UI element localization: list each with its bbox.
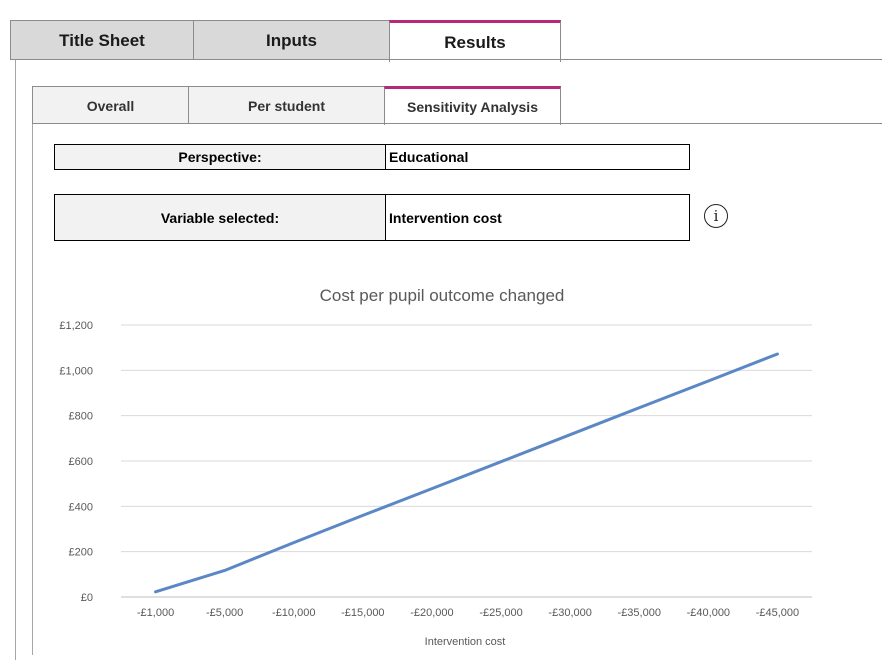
x-tick-label: -£25,000 xyxy=(479,607,522,619)
x-tick-label: -£40,000 xyxy=(687,607,730,619)
y-tick-label: £800 xyxy=(69,411,93,423)
y-tick-label: £400 xyxy=(69,501,93,513)
perspective-value[interactable]: Educational xyxy=(385,144,690,170)
x-tick-label: -£45,000 xyxy=(756,607,799,619)
perspective-label: Perspective: xyxy=(54,144,386,170)
chart-title: Cost per pupil outcome changed xyxy=(320,286,565,305)
y-tick-label: £1,200 xyxy=(59,320,93,332)
subtab-bar-divider xyxy=(32,123,882,124)
x-tick-label: -£15,000 xyxy=(341,607,384,619)
x-tick-label: -£20,000 xyxy=(410,607,453,619)
variable-selected-label: Variable selected: xyxy=(54,194,386,241)
sensitivity-chart: Cost per pupil outcome changed £0 £200 £40… xyxy=(59,286,812,648)
y-tick-label: £0 xyxy=(81,592,93,604)
info-icon[interactable]: i xyxy=(704,204,728,228)
y-tick-label: £200 xyxy=(69,547,93,559)
x-tick-label: -£10,000 xyxy=(272,607,315,619)
x-tick-label: -£1,000 xyxy=(137,607,174,619)
tab-results[interactable]: Results xyxy=(389,20,561,62)
y-tick-label: £600 xyxy=(69,456,93,468)
subtab-per-student[interactable]: Per student xyxy=(188,86,385,124)
tab-inputs[interactable]: Inputs xyxy=(193,20,390,60)
x-axis-label: Intervention cost xyxy=(425,636,506,648)
tab-title-sheet[interactable]: Title Sheet xyxy=(10,20,194,60)
subtab-overall[interactable]: Overall xyxy=(32,86,189,124)
variable-selected-value[interactable]: Intervention cost xyxy=(385,194,690,241)
x-tick-label: -£30,000 xyxy=(548,607,591,619)
x-tick-label: -£5,000 xyxy=(206,607,243,619)
x-tick-label: -£35,000 xyxy=(618,607,661,619)
series-line xyxy=(154,352,779,594)
subtab-sensitivity-analysis[interactable]: Sensitivity Analysis xyxy=(384,86,561,125)
y-tick-label: £1,000 xyxy=(59,365,93,377)
